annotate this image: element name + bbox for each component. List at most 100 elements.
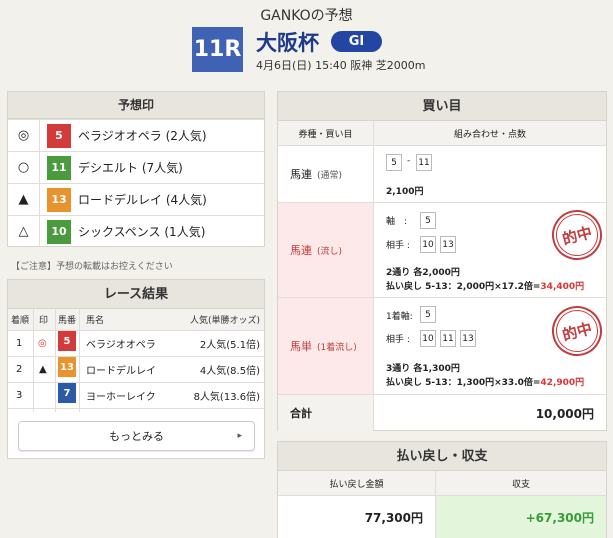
chevron-right-icon: ▸ [237,431,242,441]
horse-name: ヨーホーレイク [86,392,156,403]
prediction-row: ▲ 13 ロードデルレイ (4人気) [8,183,264,215]
grade-badge: GI [331,31,382,52]
bet-row-umaren-nagashi: 馬連 (流し) 軸 : 5 相手 : 10 13 2通り 各2,000円 払い戻… [278,203,608,298]
prediction-title: 予想印 [8,92,264,119]
bet-amount: 2,100円 [386,187,424,197]
horse-number: 7 [58,383,76,403]
col-mark: 印 [39,316,49,326]
rank: 2 [16,364,23,375]
horse-number: 13 [47,187,71,212]
col-popularity: 人気(単勝オッズ) [189,316,260,326]
total-row: 合計 10,000円 [278,395,606,431]
result-table-header: 着順 印 馬番 馬名 人気(単勝オッズ) [8,309,264,331]
col-balance: 収支 [436,471,606,496]
mark-renka: △ [8,216,40,247]
bet-type: 馬連 (通常) [278,146,374,202]
bet-type: 馬連 (流し) [278,203,374,297]
rank: 3 [16,390,23,401]
bet-row-umaren-normal: 馬連 (通常) 5 - 11 2,100円 [278,146,606,203]
horse-number: 5 [47,123,71,148]
number-box: 5 [420,212,436,229]
race-info: 4月6日(日) 15:40 阪神 芝2000m [256,59,426,72]
horse-name: ベラジオオペラ [86,340,156,351]
bet-body: 1着軸: 5 相手 : 10 11 13 3通り 各1,300円 払い戻し 5-… [382,298,608,394]
race-name: 大阪杯 [256,31,319,55]
bets-table-header: 券種・買い目 組み合わせ・点数 [278,121,606,146]
col-num: 馬番 [58,316,77,326]
axis-label: 軸 : [386,217,408,227]
payout-detail: 払い戻し 5-13：1,300円×33.0倍= [386,378,541,388]
partner-label: 相手 : [386,241,410,251]
partner-label: 相手 : [386,335,410,345]
number-box: 13 [460,330,476,347]
reprint-notice: 【ご注意】予想の転載はお控えください [11,262,173,272]
result-title: レース結果 [8,280,264,309]
prediction-panel: 予想印 ◎ 5 ベラジオオペラ (2人気) ○ 11 デシエルト (7人気) ▲… [7,91,265,247]
prediction-row: ◎ 5 ベラジオオペラ (2人気) [8,119,264,151]
number-box: 10 [420,330,436,347]
rank: 1 [16,338,23,349]
payout-panel: 払い戻し・収支 払い戻し金額 収支 77,300円 +67,300円 [277,441,607,538]
bet-type: 馬単 (1着流し) [278,298,374,394]
mark-honmei: ◎ [8,120,40,151]
popularity: 2人気(5.1倍) [199,340,260,351]
horse-number: 13 [58,357,76,377]
axis-label: 1着軸: [386,312,413,322]
race-number-badge: 11R [192,27,243,72]
horse-name: シックスペンス (1人気) [78,225,206,239]
show-more-button[interactable]: もっとみる ▸ [18,421,255,451]
bet-type-label: 馬連 [290,244,312,257]
hit-stamp-icon: 的中 [546,300,608,362]
number-box: 5 [386,154,402,171]
horse-number: 5 [58,331,76,351]
number-box: 13 [440,236,456,253]
bet-summary: 2通り 各2,000円 [386,268,460,278]
payout-detail: 払い戻し 5-13：2,000円×17.2倍= [386,282,541,292]
number-box: 11 [416,154,432,171]
col-rank: 着順 [11,316,30,326]
number-box: 11 [440,330,456,347]
prediction-row: △ 10 シックスペンス (1人気) [8,215,264,247]
number-box: 5 [420,306,436,323]
balance-value: +67,300円 [436,496,606,538]
page-title: GANKOの予想 [260,8,353,24]
table-row: 3 7 ヨーホーレイク 8人気(13.6倍) [8,383,264,409]
bets-panel: 買い目 券種・買い目 組み合わせ・点数 馬連 (通常) 5 - 11 2,100… [277,91,608,431]
bet-type-label: 馬連 [290,168,312,181]
payout-amount-value: 77,300円 [278,496,436,538]
col-combination: 組み合わせ・点数 [453,129,526,140]
bet-summary: 3通り 各1,300円 [386,364,460,374]
race-result-panel: レース結果 着順 印 馬番 馬名 人気(単勝オッズ) 1 ◎ 5 ベラジオオペラ… [7,279,265,459]
total-label: 合計 [278,395,374,431]
table-row: 1 ◎ 5 ベラジオオペラ 2人気(5.1倍) [8,331,264,357]
horse-name: デシエルト (7人気) [78,161,183,175]
horse-name: ロードデルレイ [86,366,156,377]
bet-row-umatan-nagashi: 馬単 (1着流し) 1着軸: 5 相手 : 10 11 13 3通り 各1,30… [278,298,608,395]
payout-amount: 42,900円 [540,378,585,388]
prediction-row: ○ 11 デシエルト (7人気) [8,151,264,183]
mark-taikou: ○ [8,152,40,183]
bet-type-sub: (流し) [317,246,343,257]
mark-tanana: ▲ [8,184,40,215]
bet-type-sub: (1着流し) [317,342,357,353]
popularity: 8人気(13.6倍) [193,392,260,403]
horse-name: ロードデルレイ (4人気) [78,193,207,207]
col-payout-amount: 払い戻し金額 [278,471,436,496]
horse-number: 10 [47,219,71,244]
number-box: 10 [420,236,436,253]
bet-type-sub: (通常) [317,170,343,181]
col-name: 馬名 [86,316,105,326]
horse-name: ベラジオオペラ (2人気) [78,129,207,143]
total-value: 10,000円 [535,406,594,421]
show-more-label: もっとみる [109,430,164,443]
hit-stamp-icon: 的中 [546,204,608,266]
bet-body: 軸 : 5 相手 : 10 13 2通り 各2,000円 払い戻し 5-13：2… [382,203,608,297]
table-row: 2 ▲ 13 ロードデルレイ 4人気(8.5倍) [8,357,264,383]
bet-body: 5 - 11 2,100円 [382,146,606,202]
col-bet-type: 券種・買い目 [278,121,374,145]
mark-honmei: ◎ [38,338,47,349]
payout-amount: 34,400円 [540,282,585,292]
separator: - [407,156,411,166]
payout-title: 払い戻し・収支 [278,442,606,471]
bet-type-label: 馬単 [290,340,312,353]
